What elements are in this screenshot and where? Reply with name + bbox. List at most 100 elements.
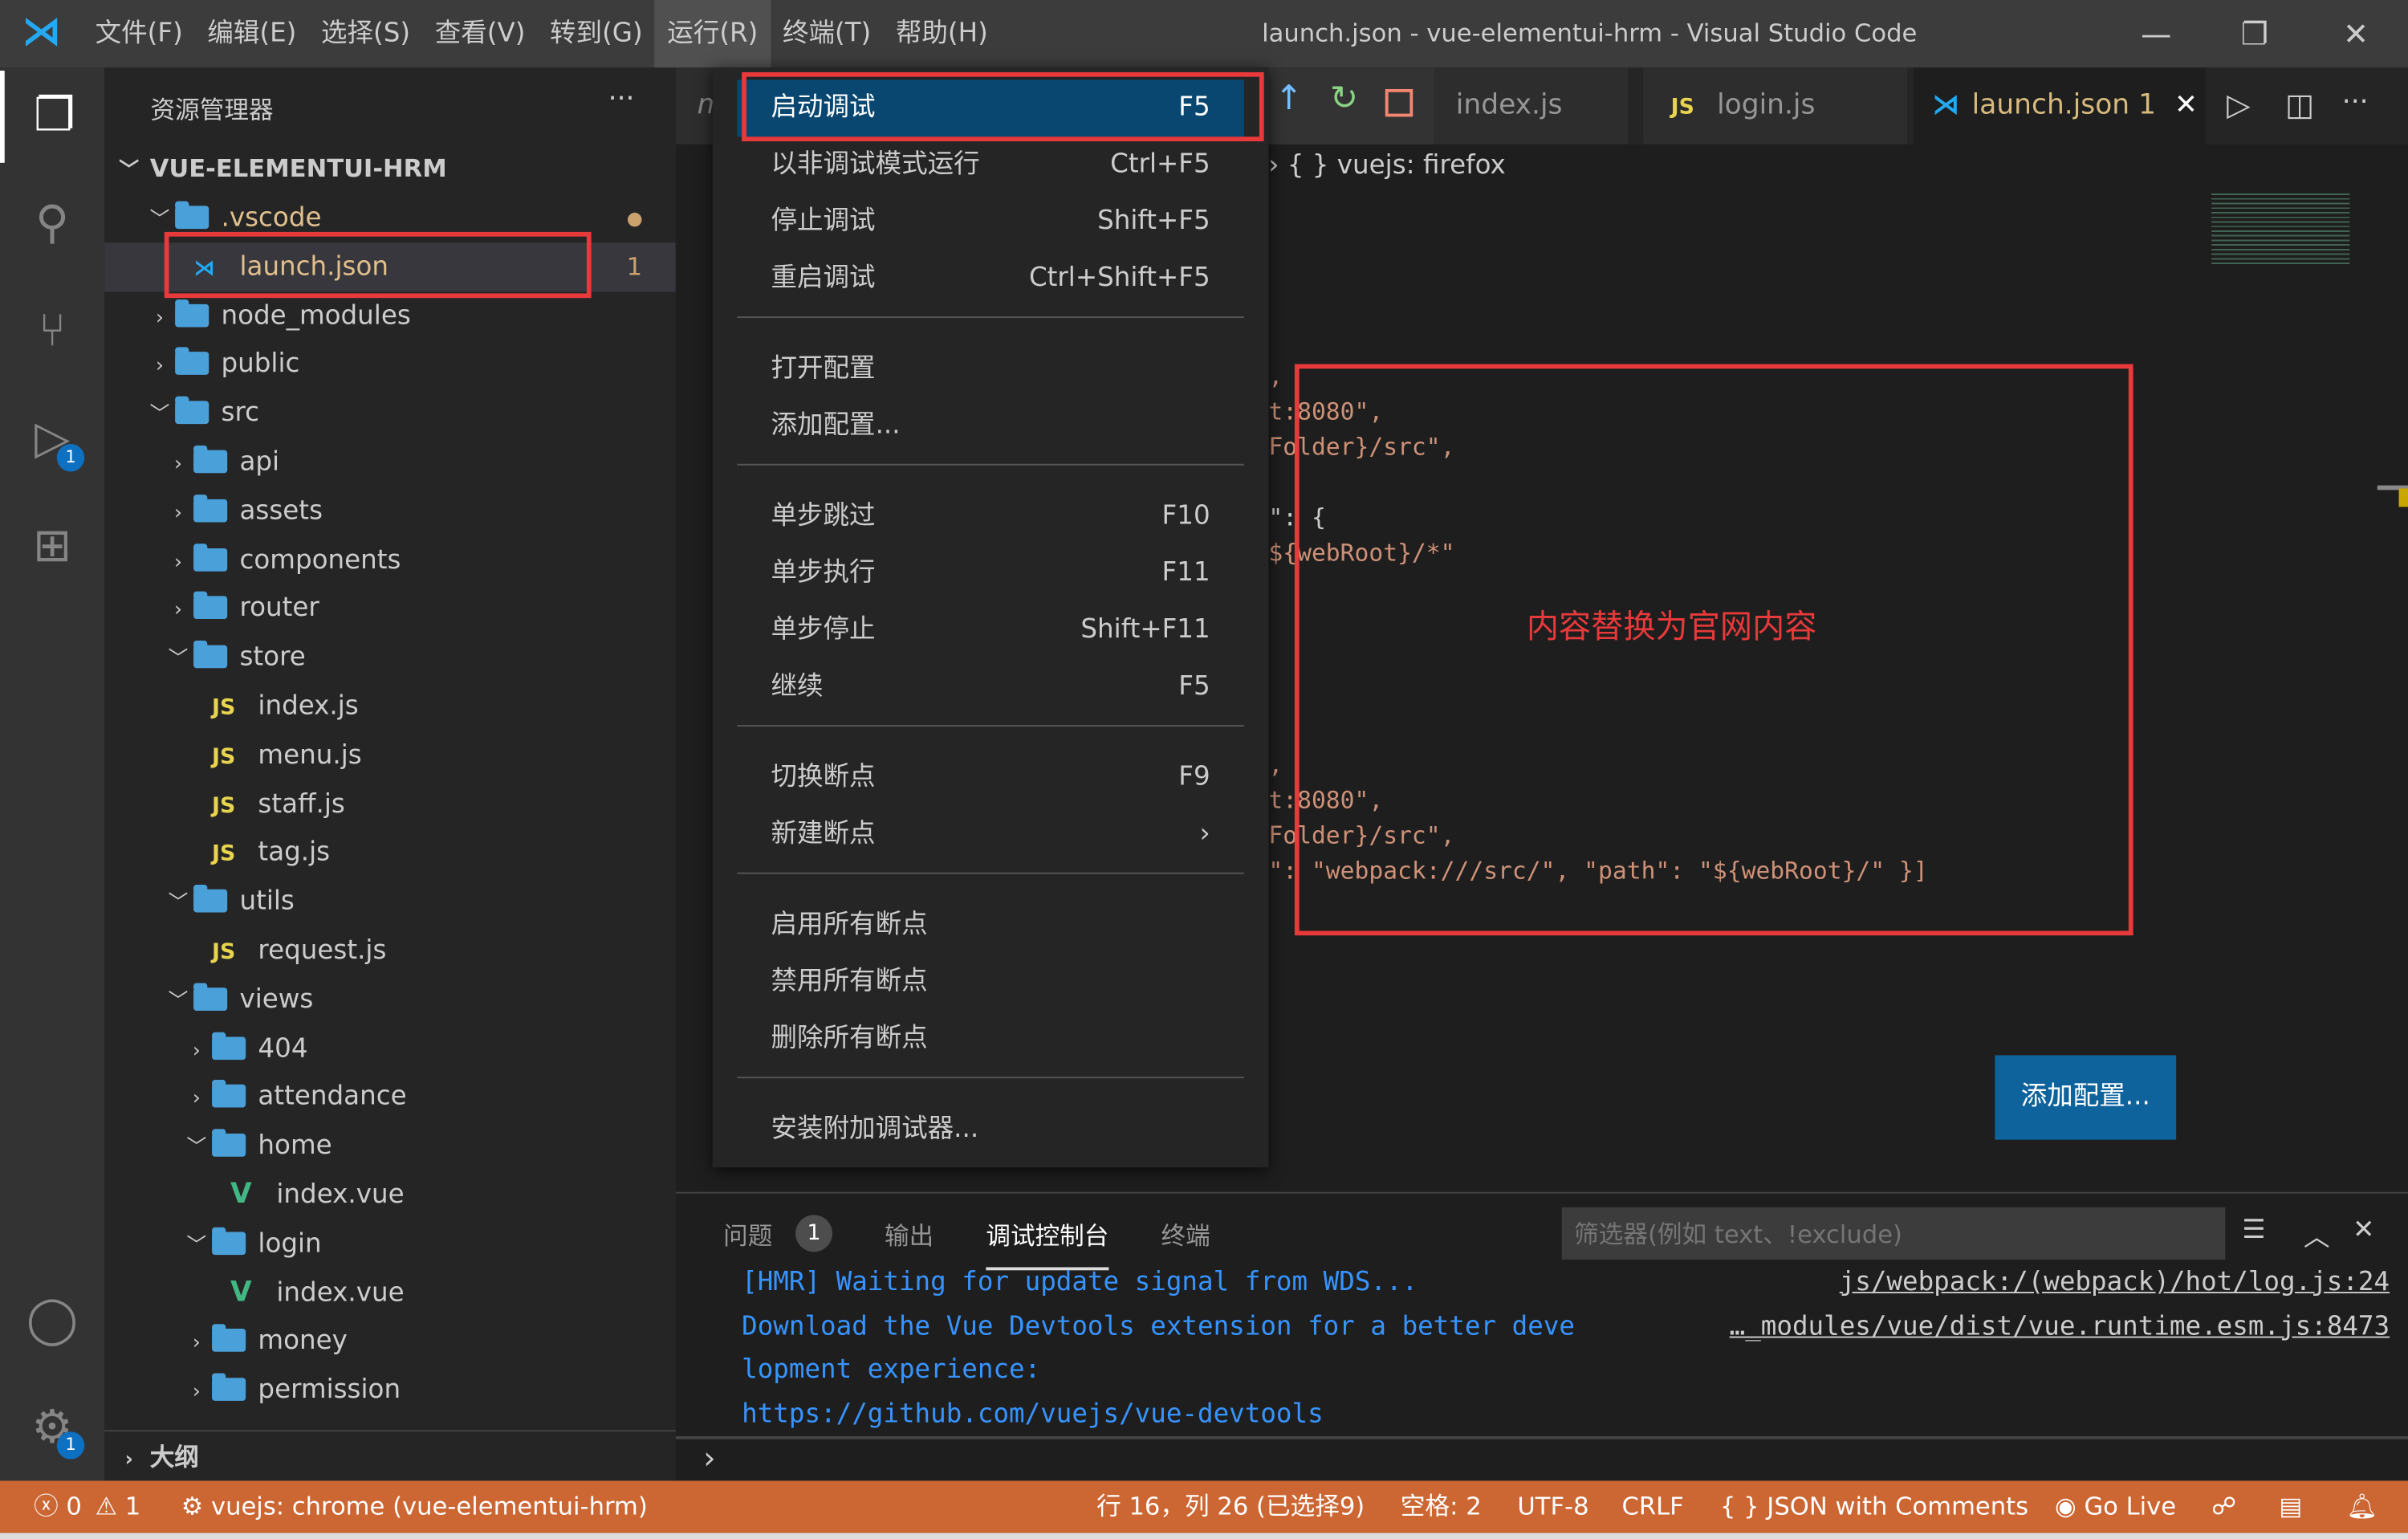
tree-item[interactable]: JS tag.js — [104, 829, 676, 877]
console-source-link[interactable]: …_modules/vue/dist/vue.runtime.esm.js:84… — [1730, 1311, 2390, 1342]
source-control-icon[interactable]: ⑂ — [0, 286, 104, 378]
language-status[interactable]: { } JSON with Comments — [1720, 1480, 2028, 1533]
tree-item[interactable]: › attendance — [104, 1073, 676, 1122]
run-icon[interactable]: ▷ — [2227, 86, 2250, 123]
cursor-position[interactable]: 行 16，列 26 (已选择9) — [1096, 1480, 1365, 1533]
chevron-right-icon[interactable]: › — [166, 441, 191, 490]
add-config-button[interactable]: 添加配置... — [1995, 1055, 2177, 1140]
remote-icon[interactable]: ▤ — [2279, 1480, 2302, 1533]
tree-item[interactable]: ﹀ home — [104, 1122, 676, 1171]
menu-item[interactable]: 继续 F5 — [737, 659, 1243, 716]
tab-login-js[interactable]: JS login.js — [1643, 67, 1908, 145]
stop-icon[interactable] — [1385, 88, 1413, 117]
minimap[interactable] — [2211, 190, 2350, 267]
close-panel-icon[interactable]: ✕ — [2353, 1215, 2374, 1245]
more-icon[interactable]: ··· — [2342, 86, 2369, 118]
tree-item[interactable]: ﹀ utils — [104, 877, 676, 926]
menu-0[interactable]: 文件(F) — [83, 0, 195, 67]
golive-button[interactable]: ◉ Go Live — [2055, 1480, 2176, 1533]
encoding-status[interactable]: UTF-8 — [1517, 1480, 1588, 1533]
menu-item[interactable]: 添加配置... — [737, 398, 1243, 455]
tree-item[interactable]: › money — [104, 1317, 676, 1366]
tab-problems[interactable]: 问题 — [723, 1215, 772, 1252]
chevron-right-icon[interactable]: › — [185, 1320, 209, 1369]
restart-icon[interactable]: ↻ — [1330, 79, 1358, 118]
feedback-icon[interactable]: ☍ — [2211, 1480, 2236, 1533]
chevron-down-icon[interactable]: ﹀ — [166, 978, 191, 1027]
menu-item[interactable]: 重启调试 Ctrl+Shift+F5 — [737, 250, 1243, 307]
menu-item[interactable]: 新建断点 › — [737, 806, 1243, 863]
explorer-icon[interactable]: ❐ — [0, 71, 104, 163]
chevron-right-icon[interactable]: › — [148, 295, 173, 344]
debug-config-status[interactable]: ⚙ vuejs: chrome (vue-elementui-hrm) — [181, 1480, 648, 1533]
close-tab-icon[interactable]: ✕ — [2174, 89, 2198, 121]
more-actions-button[interactable]: ··· — [608, 83, 635, 115]
minimize-button[interactable]: — — [2113, 0, 2199, 67]
chevron-right-icon[interactable]: › — [185, 1027, 209, 1076]
tree-item[interactable]: Vindex.vue — [104, 1268, 676, 1317]
tab-debug-console[interactable]: 调试控制台 — [986, 1215, 1109, 1271]
restore-button[interactable]: ❐ — [2211, 0, 2297, 67]
outline-section[interactable]: › 大纲 — [104, 1433, 676, 1482]
menu-item[interactable]: 启用所有断点 — [737, 897, 1243, 954]
menu-item[interactable]: 单步跳过 F10 — [737, 488, 1243, 545]
tree-item[interactable]: JS index.js — [104, 682, 676, 731]
chevron-down-icon[interactable]: ﹀ — [148, 392, 173, 441]
tab-output[interactable]: 输出 — [885, 1215, 934, 1252]
tree-item[interactable]: › assets — [104, 487, 676, 535]
account-icon[interactable]: ◯ — [0, 1275, 104, 1367]
errors-status[interactable]: ⓧ 0 — [34, 1480, 82, 1533]
menu-item[interactable]: 打开配置 — [737, 341, 1243, 398]
menu-item[interactable]: 停止调试 Shift+F5 — [737, 193, 1243, 250]
maximize-panel-icon[interactable]: ︿ — [2304, 1215, 2330, 1253]
chevron-right-icon[interactable]: › — [166, 539, 191, 588]
tree-item[interactable]: › api — [104, 438, 676, 487]
project-root[interactable]: ﹀ VUE-ELEMENTUI-HRM — [104, 145, 676, 193]
menu-item[interactable]: 安装附加调试器... — [737, 1101, 1243, 1158]
tree-item[interactable]: › components — [104, 535, 676, 584]
extensions-icon[interactable]: ⊞ — [0, 501, 104, 593]
chevron-right-icon[interactable]: › — [148, 343, 173, 392]
settings-gear-icon[interactable]: ⚙ — [0, 1382, 104, 1475]
tab-terminal[interactable]: 终端 — [1161, 1215, 1210, 1252]
chevron-right-icon[interactable]: › — [166, 490, 191, 539]
menu-item[interactable]: 单步停止 Shift+F11 — [737, 602, 1243, 659]
tree-item[interactable]: › node_modules — [104, 291, 676, 340]
chevron-down-icon[interactable]: ﹀ — [185, 1223, 209, 1272]
menu-1[interactable]: 编辑(E) — [195, 0, 309, 67]
menu-item[interactable]: 切换断点 F9 — [737, 750, 1243, 807]
menu-item[interactable]: 以非调试模式运行 Ctrl+F5 — [737, 136, 1243, 193]
tree-item[interactable]: › permission — [104, 1366, 676, 1415]
tree-item[interactable]: › router — [104, 584, 676, 633]
close-window-button[interactable]: ✕ — [2312, 0, 2398, 67]
console-source-link[interactable]: js/webpack:/(webpack)/hot/log.js:24 — [1840, 1267, 2390, 1297]
chevron-down-icon[interactable]: ﹀ — [166, 636, 191, 685]
tree-item[interactable]: JS request.js — [104, 926, 676, 975]
search-icon[interactable]: ⚲ — [0, 178, 104, 271]
tree-item[interactable]: › public — [104, 340, 676, 389]
tree-item[interactable]: JS menu.js — [104, 731, 676, 780]
chevron-down-icon[interactable]: ﹀ — [166, 881, 191, 930]
clear-console-icon[interactable]: ☰ — [2242, 1215, 2265, 1245]
menu-2[interactable]: 选择(S) — [309, 0, 423, 67]
tree-item[interactable]: ﹀ src — [104, 389, 676, 438]
tree-item[interactable]: ﹀ views — [104, 975, 676, 1024]
run-debug-icon[interactable]: ▷ — [0, 393, 104, 486]
eol-status[interactable]: CRLF — [1621, 1480, 1683, 1533]
chevron-right-icon[interactable]: › — [166, 588, 191, 637]
indent-status[interactable]: 空格: 2 — [1401, 1480, 1482, 1533]
filter-input[interactable] — [1561, 1207, 2226, 1260]
tree-item[interactable]: JS staff.js — [104, 780, 676, 829]
tab-index-js[interactable]: index.js — [1434, 67, 1629, 145]
split-editor-icon[interactable]: ◫ — [2285, 86, 2314, 123]
tree-item[interactable]: ﹀ login — [104, 1219, 676, 1268]
menu-item[interactable]: 单步执行 F11 — [737, 545, 1243, 602]
warnings-status[interactable]: ⚠ 1 — [96, 1480, 141, 1533]
chevron-down-icon[interactable]: ﹀ — [185, 1125, 209, 1174]
tree-item[interactable]: › 404 — [104, 1024, 676, 1073]
tree-item[interactable]: ﹀ store — [104, 633, 676, 682]
menu-item[interactable]: 删除所有断点 — [737, 1011, 1243, 1068]
menu-3[interactable]: 查看(V) — [422, 0, 537, 67]
console-prompt[interactable]: › — [703, 1439, 715, 1476]
chevron-right-icon[interactable]: › — [185, 1369, 209, 1418]
